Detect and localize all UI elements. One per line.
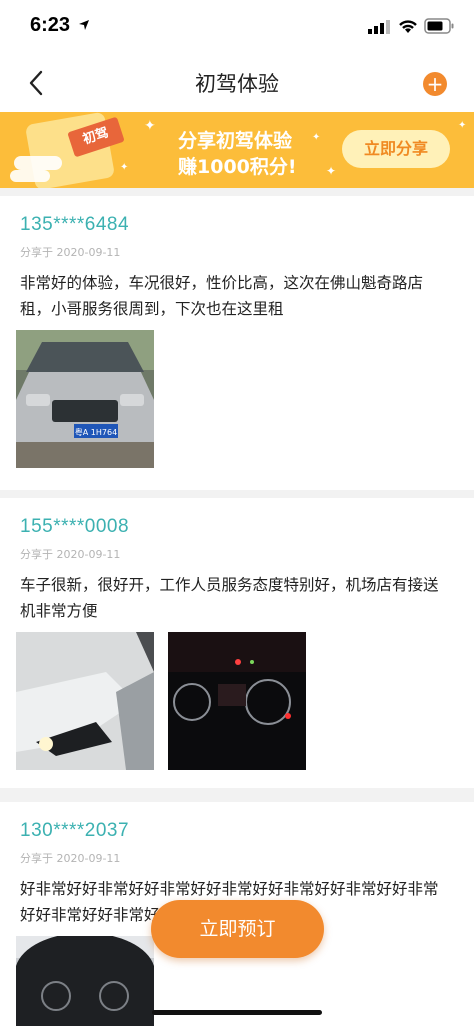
reviewer-phone: 155****0008 xyxy=(20,516,130,537)
review-card: 135****6484 分享于 2020-09-11 非常好的体验，车况很好，性… xyxy=(0,196,474,490)
review-text: 非常好的体验，车况很好，性价比高，这次在佛山魁奇路店租，小哥服务很周到，下次也在… xyxy=(20,274,424,318)
location-arrow-icon xyxy=(79,20,89,30)
home-indicator xyxy=(152,1010,322,1015)
wifi-icon xyxy=(399,20,417,33)
review-date: 分享于 2020-09-11 xyxy=(20,246,121,259)
add-button[interactable]: + xyxy=(423,72,447,96)
battery-icon xyxy=(424,18,454,34)
review-photo[interactable]: 粤A 1H764 xyxy=(16,330,154,468)
review-text: 车子很新，很好开，工作人员服务态度特别好，机场店有接送机非常方便 xyxy=(20,576,439,620)
reviewer-phone: 135****6484 xyxy=(20,214,130,235)
car-headlight-photo xyxy=(16,632,154,770)
book-now-button[interactable]: 立即预订 xyxy=(151,900,324,958)
sparkle-icon: ✦ xyxy=(458,120,467,131)
dashboard-night-photo xyxy=(168,632,306,770)
reviewer-phone: 130****2037 xyxy=(20,820,130,841)
review-card: 155****0008 分享于 2020-09-11 车子很新，很好开，工作人员… xyxy=(0,498,474,788)
review-date: 分享于 2020-09-11 xyxy=(20,548,121,561)
plus-icon: + xyxy=(426,72,444,96)
hand-illustration xyxy=(14,156,62,170)
banner-subline: 赚1000积分! xyxy=(178,156,297,178)
sparkle-icon: ✦ xyxy=(312,132,321,143)
sparkle-icon: ✦ xyxy=(120,162,129,173)
review-date: 分享于 2020-09-11 xyxy=(20,852,121,865)
silver-car-front-photo: 粤A 1H764 xyxy=(16,330,154,468)
svg-text:粤A 1H764: 粤A 1H764 xyxy=(75,427,117,437)
sparkle-icon: ✦ xyxy=(326,164,337,178)
review-photo[interactable] xyxy=(168,632,306,770)
banner-headline: 分享初驾体验 xyxy=(178,130,293,152)
share-banner[interactable]: 初驾 ✦ ✦ ✦ ✦ ✦ 分享初驾体验 赚1000积分! 立即分享 xyxy=(0,112,474,188)
sparkle-icon: ✦ xyxy=(144,118,156,134)
status-bar: 6:23 xyxy=(0,0,474,54)
review-photo[interactable] xyxy=(16,936,154,1026)
status-time: 6:23 xyxy=(30,14,71,36)
share-now-button[interactable]: 立即分享 xyxy=(342,130,450,168)
review-photo[interactable] xyxy=(16,632,154,770)
page-title: 初驾体验 xyxy=(195,72,279,96)
hand-illustration-2 xyxy=(10,170,50,182)
steering-wheel-photo xyxy=(16,936,154,1026)
nav-bar: 初驾体验 + xyxy=(0,54,474,112)
signal-icon xyxy=(368,20,390,34)
